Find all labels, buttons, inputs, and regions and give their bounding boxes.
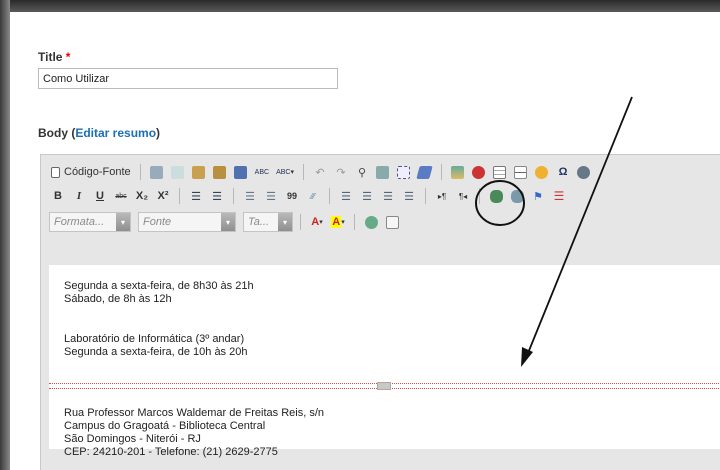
annotation-arrow	[525, 96, 633, 359]
annotation-overlay	[475, 96, 633, 367]
highlight-circle	[475, 180, 525, 226]
arrow-head	[521, 347, 533, 367]
